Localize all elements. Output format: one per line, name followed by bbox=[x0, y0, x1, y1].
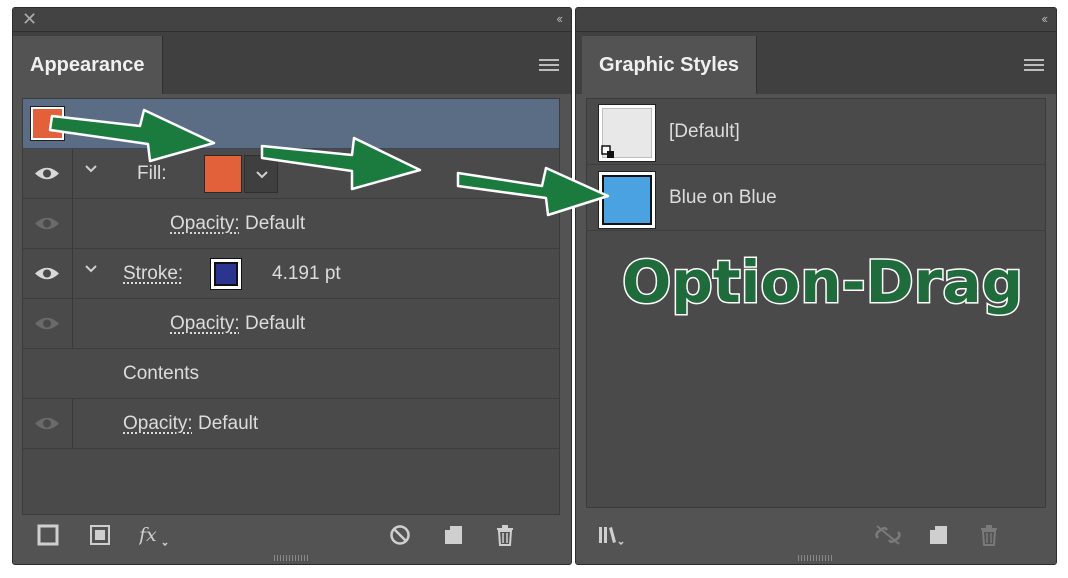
stroke-visibility-toggle[interactable] bbox=[23, 249, 73, 298]
fx-icon[interactable]: fx bbox=[139, 524, 169, 546]
panel-title-bar[interactable]: ‹‹ bbox=[576, 8, 1056, 32]
svg-text:fx: fx bbox=[139, 524, 157, 546]
appearance-bottom-toolbar: fx bbox=[13, 514, 571, 564]
opacity-text: Opacity: Default bbox=[170, 313, 305, 335]
graphic-style-item[interactable]: Blue on Blue bbox=[587, 165, 1045, 231]
option-drag-annotation: Option-Drag bbox=[620, 247, 1024, 318]
opacity-link[interactable]: Opacity: bbox=[170, 213, 240, 234]
break-link-icon[interactable] bbox=[874, 524, 902, 546]
panel-title-bar[interactable]: ✕ ‹‹ bbox=[13, 8, 571, 32]
disclosure-chevron-icon[interactable] bbox=[83, 261, 99, 277]
tab-graphic-styles[interactable]: Graphic Styles bbox=[582, 36, 758, 94]
stroke-weight[interactable]: 4.191 pt bbox=[272, 263, 341, 285]
stroke-opacity-visibility-toggle[interactable] bbox=[23, 299, 73, 348]
fill-label: Fill: bbox=[137, 163, 167, 184]
style-thumbnail bbox=[598, 171, 656, 229]
object-thumbnail bbox=[30, 106, 65, 141]
panel-menu-icon[interactable] bbox=[539, 59, 559, 71]
opacity-value: Default bbox=[244, 213, 306, 234]
object-opacity-row[interactable]: Opacity: Default bbox=[23, 399, 559, 449]
visibility-eye-icon[interactable] bbox=[34, 266, 60, 281]
tab-strip: Graphic Styles bbox=[576, 32, 1056, 94]
object-opacity-visibility-toggle[interactable] bbox=[23, 399, 73, 448]
chevron-down-icon bbox=[256, 171, 268, 179]
visibility-eye-icon[interactable] bbox=[34, 416, 60, 431]
collapse-icon[interactable]: ‹‹ bbox=[556, 11, 563, 26]
style-thumbnail bbox=[598, 104, 656, 162]
fill-opacity-visibility-toggle[interactable] bbox=[23, 199, 73, 248]
visibility-eye-icon[interactable] bbox=[34, 166, 60, 181]
default-style-icon bbox=[601, 145, 614, 158]
opacity-text: Opacity: Default bbox=[123, 413, 258, 435]
delete-icon[interactable] bbox=[978, 524, 1000, 546]
path-row[interactable] bbox=[23, 99, 559, 149]
panel-menu-icon[interactable] bbox=[1024, 59, 1044, 71]
graphic-styles-library-icon[interactable] bbox=[598, 524, 628, 546]
stroke-opacity-row[interactable]: Opacity: Default bbox=[23, 299, 559, 349]
stroke-row[interactable]: Stroke: 4.191 pt bbox=[23, 249, 559, 299]
stroke-label[interactable]: Stroke: bbox=[123, 263, 183, 285]
opacity-link[interactable]: Opacity: bbox=[170, 313, 240, 334]
contents-label: Contents bbox=[123, 363, 200, 384]
delete-icon[interactable] bbox=[494, 524, 516, 546]
tab-strip: Appearance bbox=[13, 32, 571, 94]
opacity-text: Opacity: Default bbox=[170, 213, 305, 235]
fill-visibility-toggle[interactable] bbox=[23, 149, 73, 198]
fill-dropdown[interactable] bbox=[244, 155, 278, 193]
fill-row[interactable]: Fill: bbox=[23, 149, 559, 199]
appearance-panel: ✕ ‹‹ Appearance Fill: Opacity: Default S… bbox=[12, 7, 572, 565]
stroke-color-swatch[interactable] bbox=[210, 258, 242, 290]
style-label: [Default] bbox=[669, 121, 740, 142]
resize-grip[interactable] bbox=[798, 555, 834, 561]
clear-appearance-icon[interactable] bbox=[389, 524, 411, 546]
fill-color-swatch[interactable] bbox=[204, 155, 242, 193]
add-new-fill-icon[interactable] bbox=[89, 524, 111, 546]
duplicate-item-icon[interactable] bbox=[442, 524, 464, 546]
opacity-link[interactable]: Opacity: bbox=[123, 413, 193, 434]
add-new-stroke-icon[interactable] bbox=[37, 524, 59, 546]
style-label: Blue on Blue bbox=[669, 187, 777, 208]
resize-grip[interactable] bbox=[274, 555, 310, 561]
disclosure-chevron-icon[interactable] bbox=[83, 161, 99, 177]
appearance-list: Fill: Opacity: Default Stroke: 4.191 pt … bbox=[22, 98, 560, 515]
collapse-icon[interactable]: ‹‹ bbox=[1041, 11, 1048, 26]
tab-appearance[interactable]: Appearance bbox=[13, 36, 163, 94]
close-icon[interactable]: ✕ bbox=[22, 9, 37, 29]
visibility-eye-icon[interactable] bbox=[34, 316, 60, 331]
graphic-styles-bottom-toolbar bbox=[576, 514, 1056, 564]
opacity-value: Default bbox=[197, 413, 259, 434]
graphic-style-item[interactable]: [Default] bbox=[587, 99, 1045, 165]
new-graphic-style-icon[interactable] bbox=[927, 524, 949, 546]
contents-row[interactable]: Contents bbox=[23, 349, 559, 399]
opacity-value: Default bbox=[244, 313, 306, 334]
fill-opacity-row[interactable]: Opacity: Default bbox=[23, 199, 559, 249]
visibility-eye-icon[interactable] bbox=[34, 216, 60, 231]
